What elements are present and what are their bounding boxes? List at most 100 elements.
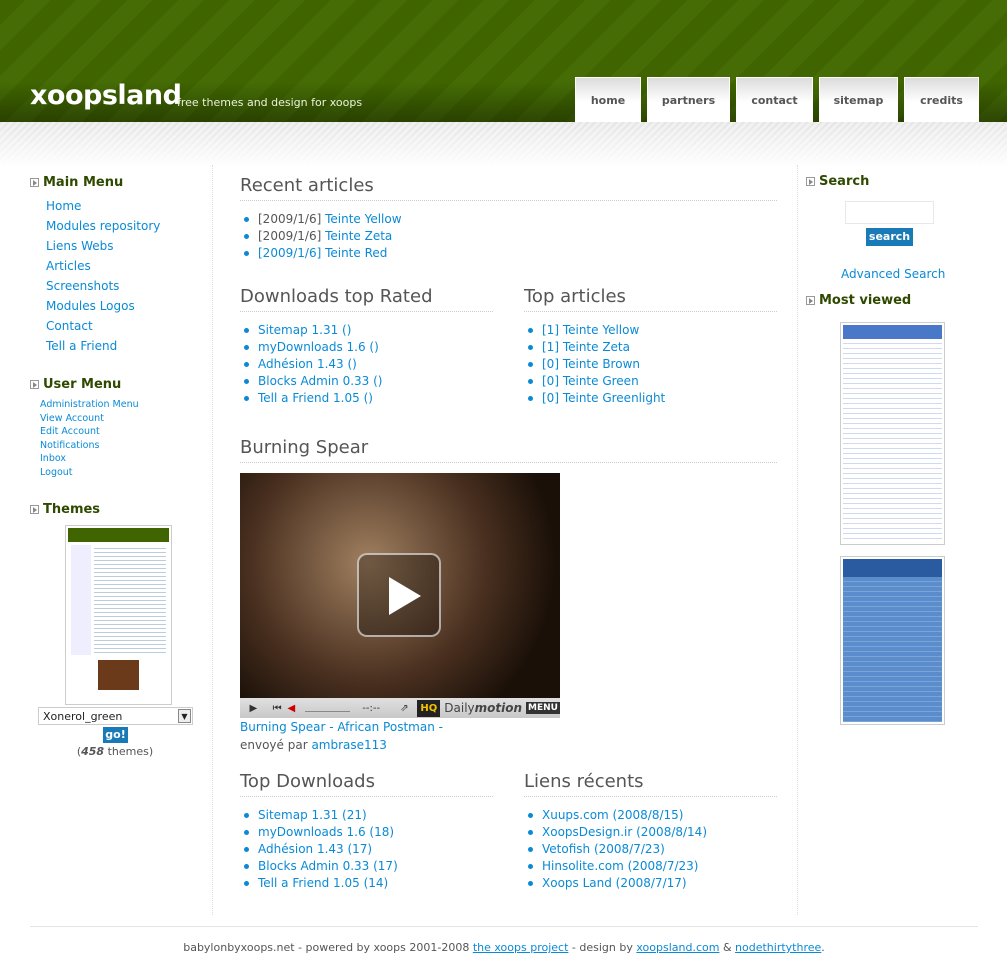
search-input[interactable] [845, 201, 934, 224]
nav-contact[interactable]: contact [736, 77, 813, 122]
hq-button[interactable]: HQ [417, 699, 441, 717]
site-logo[interactable]: xoopsland [30, 80, 182, 111]
popout-icon[interactable]: ⇗ [400, 703, 417, 714]
list-item: [0] Teinte Green [524, 373, 777, 390]
download-link[interactable]: myDownloads 1.6 (18) [258, 825, 394, 839]
theme-go-button[interactable]: go! [103, 727, 128, 743]
footer-text: - design by [568, 941, 637, 954]
video-link[interactable]: Burning Spear - African Postman - [240, 720, 443, 734]
main-menu-heading: Main Menu [43, 175, 124, 190]
video-menu-button[interactable]: MENU [526, 702, 560, 714]
download-link[interactable]: Tell a Friend 1.05 (14) [258, 876, 388, 890]
nav-sitemap[interactable]: sitemap [819, 77, 898, 122]
recent-articles-block: Recent articles [2009/1/6] Teinte Yellow… [240, 175, 777, 262]
list-item: Xuups.com (2008/8/15) [524, 807, 777, 824]
link-item[interactable]: Xoops Land (2008/7/17) [542, 876, 687, 890]
top-articles-title: Top articles [524, 286, 777, 312]
list-item: Hinsolite.com (2008/7/23) [524, 858, 777, 875]
article-link[interactable]: [0] Teinte Green [542, 374, 639, 388]
user-menu-heading: User Menu [43, 377, 122, 392]
list-item: Vetofish (2008/7/23) [524, 841, 777, 858]
download-link[interactable]: myDownloads 1.6 () [258, 340, 379, 354]
download-link[interactable]: Blocks Admin 0.33 (17) [258, 859, 398, 873]
article-link[interactable]: [0] Teinte Greenlight [542, 391, 665, 405]
nodethirtythree-link[interactable]: nodethirtythree [735, 941, 821, 954]
video-player[interactable] [240, 473, 560, 698]
xoopsland-link[interactable]: xoopsland.com [636, 941, 719, 954]
video-block: Burning Spear ▶ ⏮ ◀ --:-- ⇗ HQ Dailymoti… [240, 437, 777, 754]
link-item[interactable]: XoopsDesign.ir (2008/8/14) [542, 825, 707, 839]
search-button[interactable]: search [866, 228, 913, 246]
nav-partners[interactable]: partners [647, 77, 730, 122]
nav-credits[interactable]: credits [904, 77, 979, 122]
left-sidebar: Main Menu Home Modules repository Liens … [30, 165, 213, 915]
most-viewed-thumb-1[interactable] [840, 322, 945, 545]
footer: babylonbyxoops.net - powered by xoops 20… [30, 926, 978, 954]
menu-modules-logos[interactable]: Modules Logos [30, 296, 212, 316]
download-link[interactable]: Tell a Friend 1.05 () [258, 391, 373, 405]
menu-inbox[interactable]: Inbox [30, 452, 212, 466]
date: [2009/1/6] [258, 229, 326, 243]
list-item: [0] Teinte Brown [524, 356, 777, 373]
link-item[interactable]: Vetofish (2008/7/23) [542, 842, 665, 856]
article-link[interactable]: [2009/1/6] Teinte Red [258, 246, 387, 260]
chevron-down-icon[interactable]: ▼ [178, 709, 191, 723]
download-link[interactable]: Blocks Admin 0.33 () [258, 374, 382, 388]
menu-edit-account[interactable]: Edit Account [30, 425, 212, 439]
main-menu-title: Main Menu [30, 175, 212, 190]
top-rated-title: Downloads top Rated [240, 286, 493, 312]
nav-home[interactable]: home [575, 77, 641, 122]
link-item[interactable]: Xuups.com (2008/8/15) [542, 808, 683, 822]
list-item: [1] Teinte Zeta [524, 339, 777, 356]
menu-tell-a-friend[interactable]: Tell a Friend [30, 336, 212, 356]
menu-contact[interactable]: Contact [30, 316, 212, 336]
most-viewed-thumb-2[interactable] [840, 556, 945, 725]
liens-recents-block: Liens récents Xuups.com (2008/8/15) Xoop… [524, 771, 777, 892]
most-viewed-heading: Most viewed [819, 293, 912, 308]
article-link[interactable]: [1] Teinte Zeta [542, 340, 630, 354]
menu-screenshots[interactable]: Screenshots [30, 276, 212, 296]
play-button[interactable] [357, 553, 441, 637]
play-icon[interactable]: ▶ [240, 703, 267, 714]
link-item[interactable]: Hinsolite.com (2008/7/23) [542, 859, 698, 873]
most-viewed-title: Most viewed [806, 293, 911, 308]
menu-liens-webs[interactable]: Liens Webs [30, 236, 212, 256]
play-icon [389, 577, 421, 615]
user-link[interactable]: ambrase113 [311, 738, 387, 752]
menu-articles[interactable]: Articles [30, 256, 212, 276]
previous-icon[interactable]: ⏮ [267, 703, 288, 714]
article-link[interactable]: [1] Teinte Yellow [542, 323, 639, 337]
xoops-project-link[interactable]: the xoops project [473, 941, 569, 954]
search-heading: Search [819, 174, 870, 189]
menu-view-account[interactable]: View Account [30, 412, 212, 426]
user-menu: Administration Menu View Account Edit Ac… [30, 398, 212, 480]
mute-icon[interactable]: ◀ [288, 703, 305, 714]
main-menu: Home Modules repository Liens Webs Artic… [30, 196, 212, 356]
top-downloads-title: Top Downloads [240, 771, 493, 797]
download-link[interactable]: Adhésion 1.43 () [258, 357, 357, 371]
download-link[interactable]: Sitemap 1.31 (21) [258, 808, 367, 822]
article-link[interactable]: [0] Teinte Brown [542, 357, 640, 371]
video-title: Burning Spear [240, 437, 777, 463]
article-link[interactable]: Teinte Zeta [325, 229, 392, 243]
menu-modules-repository[interactable]: Modules repository [30, 216, 212, 236]
menu-notifications[interactable]: Notifications [30, 439, 212, 453]
list-item: Adhésion 1.43 () [240, 356, 493, 373]
top-rated-block: Downloads top Rated Sitemap 1.31 () myDo… [240, 286, 493, 407]
list-item: Adhésion 1.43 (17) [240, 841, 493, 858]
list-item: Blocks Admin 0.33 (17) [240, 858, 493, 875]
menu-administration[interactable]: Administration Menu [30, 398, 212, 412]
download-link[interactable]: Adhésion 1.43 (17) [258, 842, 372, 856]
volume-slider[interactable] [304, 704, 351, 712]
advanced-search-link[interactable]: Advanced Search [841, 267, 945, 281]
user-menu-title: User Menu [30, 377, 212, 392]
list-item: [2009/1/6] Teinte Zeta [240, 228, 777, 245]
menu-home[interactable]: Home [30, 196, 212, 216]
footer-text: & [719, 941, 736, 954]
block-arrow-icon [30, 504, 39, 514]
menu-logout[interactable]: Logout [30, 466, 212, 480]
theme-select[interactable]: Xonerol_green ▼ [38, 707, 193, 725]
article-link[interactable]: Teinte Yellow [325, 212, 401, 226]
download-link[interactable]: Sitemap 1.31 () [258, 323, 351, 337]
themes-heading: Themes [43, 501, 101, 517]
